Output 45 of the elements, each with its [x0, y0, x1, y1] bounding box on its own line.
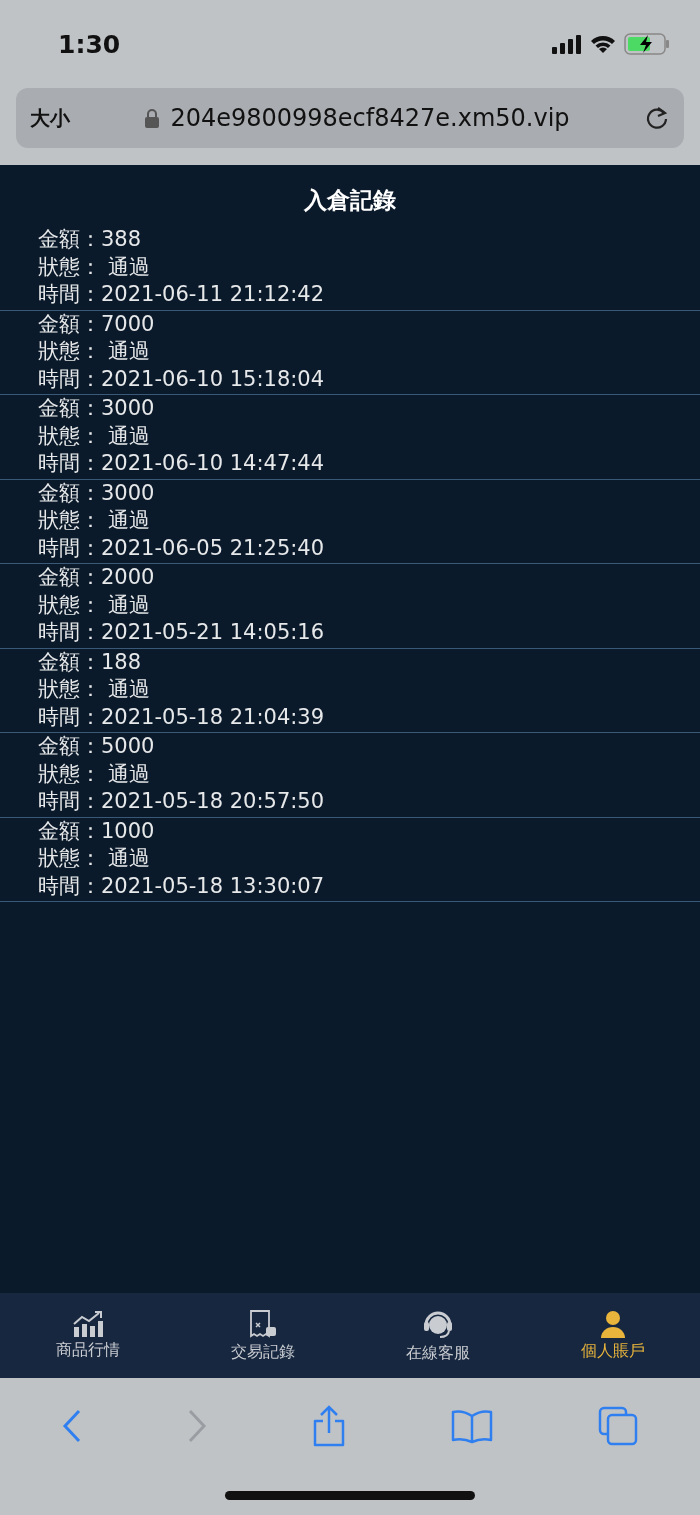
bookmarks-icon[interactable]: [450, 1407, 493, 1444]
text-size-button[interactable]: 大小: [30, 104, 70, 132]
status-text: 狀態： 通過: [38, 676, 151, 703]
tab[interactable]: 個人賬戶: [525, 1293, 700, 1378]
status-text: 狀態： 通過: [38, 338, 151, 365]
status-time: 1:30: [58, 29, 121, 59]
time-text: 時間：2021-05-18 20:57:50: [38, 788, 326, 815]
time-text: 時間：2021-05-18 13:30:07: [38, 872, 326, 900]
amount-text: 金額：188: [38, 648, 143, 676]
tabs-icon[interactable]: [597, 1405, 638, 1446]
tab[interactable]: 在線客服: [350, 1293, 525, 1378]
amount-text: 金額：3000: [38, 395, 156, 422]
tab[interactable]: 商品行情: [0, 1293, 175, 1378]
signal-icon: [552, 34, 582, 54]
status-text: 狀態： 通過: [38, 507, 151, 534]
page-title: 入倉記錄: [303, 186, 397, 215]
share-icon[interactable]: [312, 1404, 346, 1447]
status-text: 狀態： 通過: [38, 845, 151, 872]
chart-icon: [71, 1310, 104, 1337]
time-text: 時間：2021-06-10 14:47:44: [38, 450, 326, 477]
person-icon: [599, 1309, 626, 1338]
reload-icon[interactable]: [644, 105, 670, 131]
amount-text: 金額：1000: [38, 817, 156, 845]
amount-text: 金額：5000: [38, 733, 156, 760]
time-text: 時間：2021-05-18 21:04:39: [38, 703, 326, 731]
tab[interactable]: 交易記錄: [175, 1293, 350, 1378]
back-icon[interactable]: [62, 1408, 83, 1443]
amount-text: 金額：7000: [38, 310, 156, 338]
status-text: 狀態： 通過: [38, 760, 151, 788]
amount-text: 金額：388: [38, 226, 143, 253]
status-text: 狀態： 通過: [38, 591, 151, 619]
time-text: 時間：2021-06-05 21:25:40: [38, 534, 326, 562]
time-text: 時間：2021-06-10 15:18:04: [38, 365, 326, 393]
amount-text: 金額：2000: [38, 564, 156, 591]
status-text: 狀態： 通過: [38, 253, 151, 281]
amount-text: 金額：3000: [38, 479, 156, 507]
lock-icon: [144, 108, 161, 128]
url-text: 204e9800998ecf8427e.xm50.vip: [170, 104, 570, 132]
wifi-icon: [590, 34, 616, 54]
address-bar[interactable]: 大小 204e9800998ecf8427e.xm50.vip: [16, 88, 684, 148]
battery-icon: [624, 33, 670, 55]
time-text: 時間：2021-05-21 14:05:16: [38, 619, 326, 646]
receipt-icon: [247, 1308, 278, 1339]
status-text: 狀態： 通過: [38, 422, 151, 450]
time-text: 時間：2021-06-11 21:12:42: [38, 281, 326, 308]
